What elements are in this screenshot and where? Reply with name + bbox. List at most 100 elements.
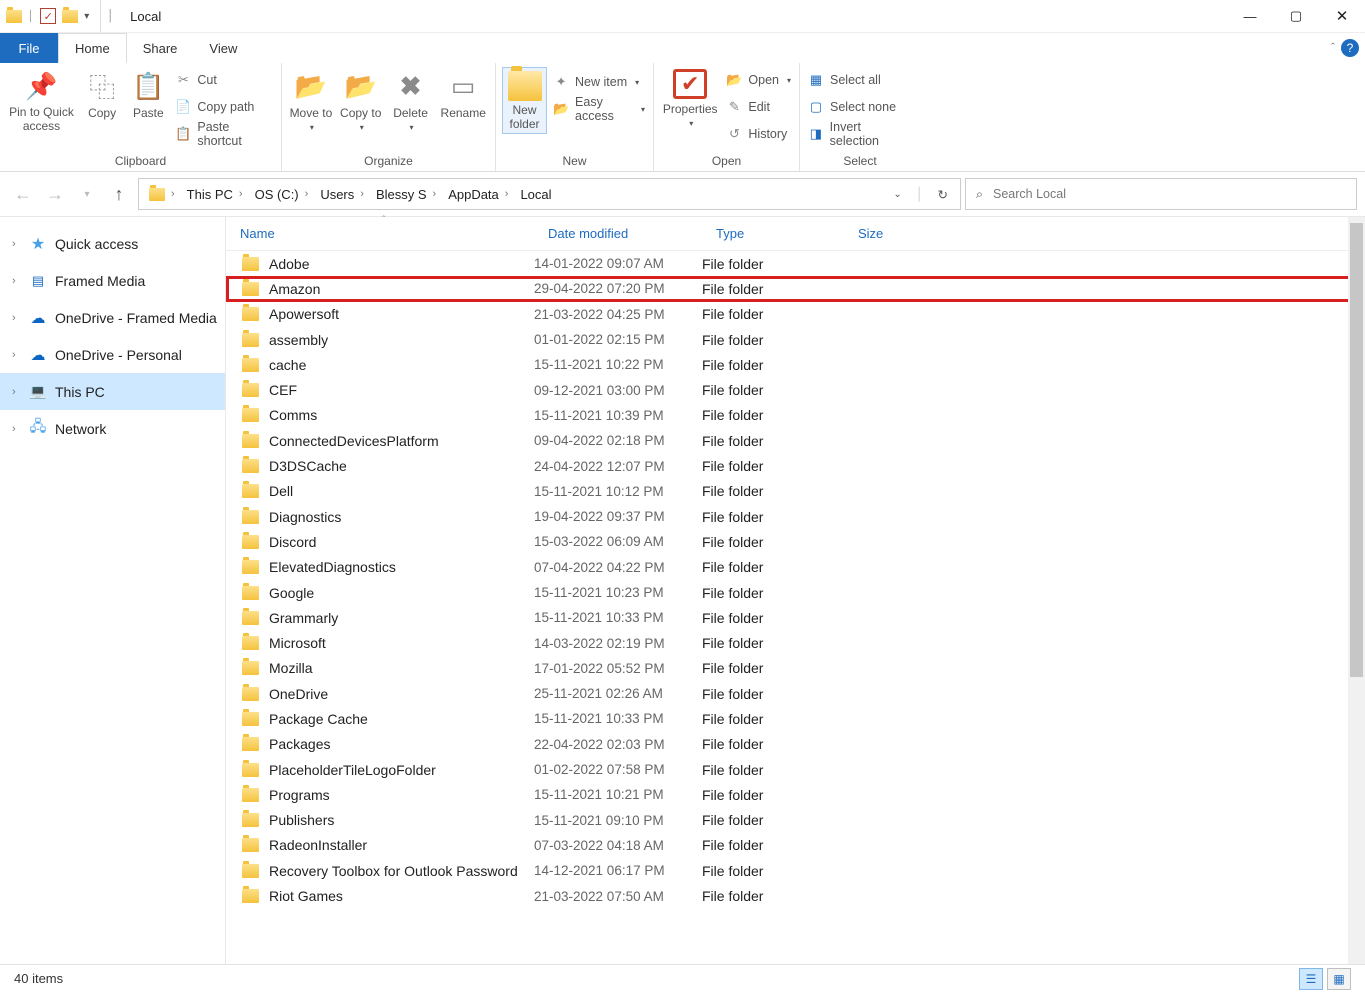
- file-row[interactable]: Dell15-11-2021 10:12 PMFile folder: [226, 479, 1365, 504]
- breadcrumb-4[interactable]: AppData›: [442, 179, 514, 209]
- sidebar-item-label: Network: [55, 421, 106, 437]
- collapse-ribbon-icon[interactable]: ˆ: [1331, 41, 1335, 55]
- close-button[interactable]: ✕: [1319, 0, 1365, 32]
- file-row[interactable]: PlaceholderTileLogoFolder01-02-2022 07:5…: [226, 757, 1365, 782]
- breadcrumb-0[interactable]: This PC›: [181, 179, 249, 209]
- easy-access-button[interactable]: 📂Easy access▾: [551, 98, 647, 120]
- up-button[interactable]: ↑: [104, 179, 134, 209]
- scrollbar-thumb[interactable]: [1350, 223, 1363, 677]
- copy-button[interactable]: ⿻ Copy: [81, 67, 123, 120]
- recent-locations-button[interactable]: ▾: [72, 179, 102, 209]
- help-icon[interactable]: ?: [1341, 39, 1359, 57]
- paste-shortcut-button[interactable]: 📋Paste shortcut: [173, 123, 275, 145]
- forward-button[interactable]: →: [40, 179, 70, 209]
- cut-button[interactable]: ✂Cut: [173, 69, 275, 91]
- file-row[interactable]: Amazon29-04-2022 07:20 PMFile folder: [226, 276, 1365, 301]
- file-row[interactable]: Riot Games21-03-2022 07:50 AMFile folder: [226, 883, 1365, 908]
- address-bar[interactable]: › This PC› OS (C:)› Users› Blessy S› App…: [138, 178, 961, 210]
- chevron-right-icon[interactable]: ›: [12, 386, 21, 398]
- new-item-button[interactable]: ✦New item▾: [551, 71, 647, 93]
- file-date: 15-11-2021 10:12 PM: [534, 484, 702, 499]
- tab-share[interactable]: Share: [127, 33, 194, 63]
- sidebar-item[interactable]: ›☁OneDrive - Personal: [0, 336, 225, 373]
- column-name[interactable]: Name: [226, 226, 534, 241]
- edit-button[interactable]: ✎Edit: [724, 96, 793, 118]
- invert-selection-button[interactable]: ◨Invert selection: [806, 123, 914, 145]
- qat-checkbox-icon[interactable]: ✓: [40, 8, 56, 24]
- history-button[interactable]: ↺History: [724, 123, 793, 145]
- file-row[interactable]: Google15-11-2021 10:23 PMFile folder: [226, 580, 1365, 605]
- file-row[interactable]: Package Cache15-11-2021 10:33 PMFile fol…: [226, 706, 1365, 731]
- new-folder-button[interactable]: New folder: [502, 67, 547, 134]
- thumbnails-view-button[interactable]: ▦: [1327, 968, 1351, 990]
- copy-to-button[interactable]: 📂 Copy to▾: [338, 67, 384, 132]
- file-row[interactable]: Microsoft14-03-2022 02:19 PMFile folder: [226, 630, 1365, 655]
- file-row[interactable]: ConnectedDevicesPlatform09-04-2022 02:18…: [226, 428, 1365, 453]
- qat-folder-icon[interactable]: [62, 10, 78, 23]
- copy-path-button[interactable]: 📄Copy path: [173, 96, 275, 118]
- details-view-button[interactable]: ☰: [1299, 968, 1323, 990]
- tab-file[interactable]: File: [0, 33, 58, 63]
- chevron-right-icon[interactable]: ›: [12, 238, 21, 250]
- move-to-button[interactable]: 📂 Move to▾: [288, 67, 334, 132]
- breadcrumb-1[interactable]: OS (C:)›: [249, 179, 315, 209]
- file-row[interactable]: Recovery Toolbox for Outlook Password14-…: [226, 858, 1365, 883]
- file-row[interactable]: CEF09-12-2021 03:00 PMFile folder: [226, 377, 1365, 402]
- back-button[interactable]: ←: [8, 179, 38, 209]
- column-type[interactable]: Type: [702, 226, 844, 241]
- file-row[interactable]: Grammarly15-11-2021 10:33 PMFile folder: [226, 605, 1365, 630]
- refresh-button[interactable]: ↻: [938, 187, 948, 202]
- file-row[interactable]: RadeonInstaller07-03-2022 04:18 AMFile f…: [226, 833, 1365, 858]
- scrollbar[interactable]: [1348, 217, 1365, 964]
- tab-view[interactable]: View: [193, 33, 253, 63]
- file-row[interactable]: Programs15-11-2021 10:21 PMFile folder: [226, 782, 1365, 807]
- maximize-button[interactable]: ▢: [1273, 0, 1319, 32]
- file-row[interactable]: Diagnostics19-04-2022 09:37 PMFile folde…: [226, 504, 1365, 529]
- chevron-right-icon[interactable]: ›: [12, 312, 21, 324]
- file-row[interactable]: Mozilla17-01-2022 05:52 PMFile folder: [226, 656, 1365, 681]
- breadcrumb-3[interactable]: Blessy S›: [370, 179, 442, 209]
- file-row[interactable]: Apowersoft21-03-2022 04:25 PMFile folder: [226, 302, 1365, 327]
- search-box[interactable]: ⌕ Search Local: [965, 178, 1357, 210]
- file-name: CEF: [269, 382, 297, 398]
- file-row[interactable]: OneDrive25-11-2021 02:26 AMFile folder: [226, 681, 1365, 706]
- rename-button[interactable]: ▭ Rename: [437, 67, 489, 120]
- column-date[interactable]: Date modified: [534, 226, 702, 241]
- file-row[interactable]: Comms15-11-2021 10:39 PMFile folder: [226, 403, 1365, 428]
- file-row[interactable]: Packages22-04-2022 02:03 PMFile folder: [226, 732, 1365, 757]
- select-none-button[interactable]: ▢Select none: [806, 96, 914, 118]
- pin-quick-access-button[interactable]: 📌 Pin to Quick access: [6, 67, 77, 134]
- file-name: Packages: [269, 736, 330, 752]
- minimize-button[interactable]: —: [1227, 0, 1273, 32]
- chevron-right-icon[interactable]: ›: [12, 349, 21, 361]
- file-row[interactable]: ElevatedDiagnostics07-04-2022 04:22 PMFi…: [226, 555, 1365, 580]
- sidebar-item[interactable]: ›🖧Network: [0, 410, 225, 447]
- delete-button[interactable]: ✖ Delete▾: [388, 67, 434, 132]
- sidebar-item[interactable]: ›☁OneDrive - Framed Media: [0, 299, 225, 336]
- sidebar-item[interactable]: ›💻This PC: [0, 373, 225, 410]
- file-row[interactable]: assembly01-01-2022 02:15 PMFile folder: [226, 327, 1365, 352]
- chevron-right-icon[interactable]: ›: [12, 423, 21, 435]
- file-row[interactable]: Adobe14-01-2022 09:07 AMFile folder: [226, 251, 1365, 276]
- file-name: Amazon: [269, 281, 320, 297]
- file-row[interactable]: Discord15-03-2022 06:09 AMFile folder: [226, 529, 1365, 554]
- sidebar-item[interactable]: ›★Quick access: [0, 225, 225, 262]
- breadcrumb-5[interactable]: Local: [514, 179, 557, 209]
- breadcrumb-2[interactable]: Users›: [314, 179, 370, 209]
- title-divider-icon: │: [101, 10, 120, 22]
- column-size[interactable]: Size: [844, 226, 944, 241]
- paste-button[interactable]: 📋 Paste: [127, 67, 169, 120]
- qat-dropdown-icon[interactable]: ▾: [84, 11, 94, 22]
- file-row[interactable]: D3DSCache24-04-2022 12:07 PMFile folder: [226, 453, 1365, 478]
- file-row[interactable]: Publishers15-11-2021 09:10 PMFile folder: [226, 808, 1365, 833]
- properties-button[interactable]: ✔ Properties▾: [660, 67, 720, 128]
- file-row[interactable]: cache15-11-2021 10:22 PMFile folder: [226, 352, 1365, 377]
- sidebar-item[interactable]: ›▤Framed Media: [0, 262, 225, 299]
- tab-home[interactable]: Home: [58, 33, 127, 63]
- select-all-button[interactable]: ▦Select all: [806, 69, 914, 91]
- pin-icon: 📌: [24, 69, 58, 103]
- address-dropdown-icon[interactable]: ⌄: [893, 189, 901, 200]
- chevron-right-icon[interactable]: ›: [12, 275, 21, 287]
- open-button[interactable]: 📂Open▾: [724, 69, 793, 91]
- rename-icon: ▭: [446, 69, 480, 103]
